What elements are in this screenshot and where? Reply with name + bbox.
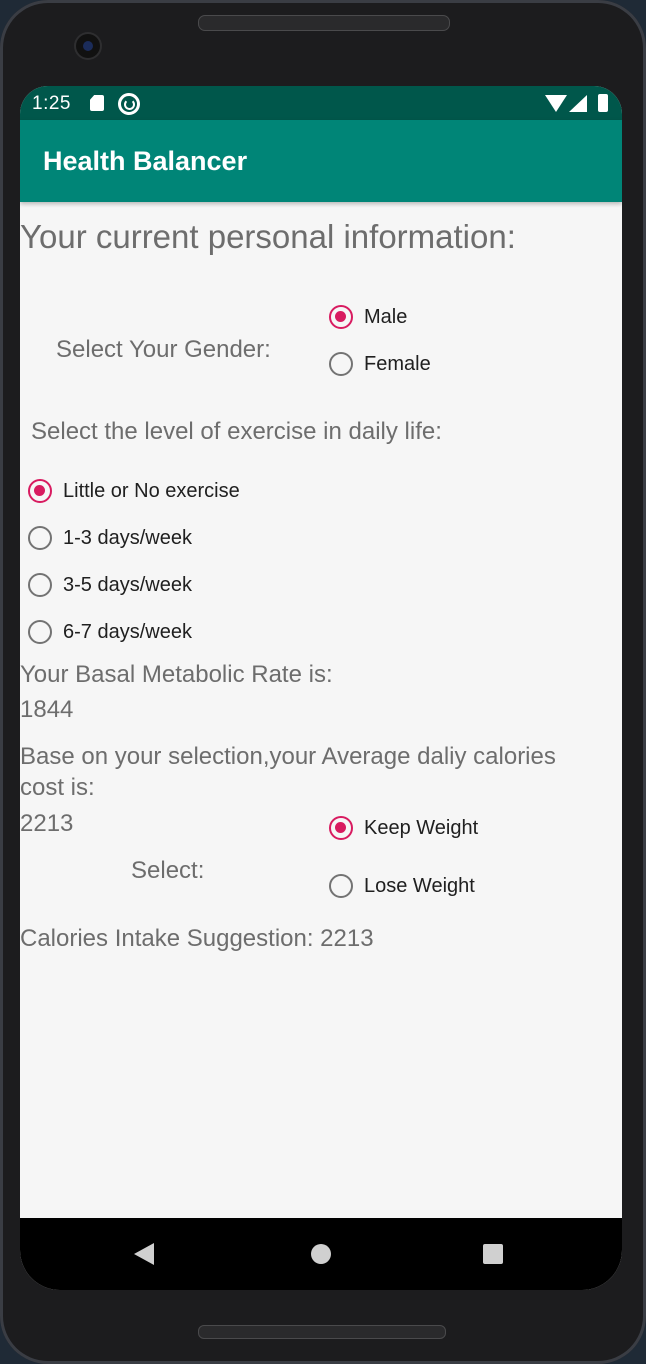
earpiece-speaker [198,15,450,31]
radio-female-indicator [329,352,353,376]
back-icon[interactable] [134,1243,154,1265]
app-title: Health Balancer [43,146,248,176]
battery-icon [598,94,608,112]
app-bar: Health Balancer [20,120,622,202]
bmr-label: Your Basal Metabolic Rate is: [20,661,333,688]
status-bar: 1:25 [20,86,622,120]
radio-lose-weight-indicator [329,874,353,898]
status-time: 1:25 [32,93,71,114]
radio-keep-weight-label: Keep Weight [364,816,479,839]
daily-cost-label-line2: cost is: [20,774,95,801]
radio-female[interactable]: Female [329,344,431,384]
device-screen: 1:25 Health Balancer Your current person… [20,86,622,1290]
page-heading: Your current personal information: [20,218,516,255]
bmr-value: 1844 [20,696,74,723]
radio-exercise-none[interactable]: Little or No exercise [28,471,240,511]
exercise-label: Select the level of exercise in daily li… [31,418,442,445]
main-content: Your current personal information: Selec… [20,202,622,1218]
radio-exercise-1-3-indicator [28,526,52,550]
daily-cost-value: 2213 [20,810,74,837]
navigation-bar [20,1218,622,1290]
radio-male-label: Male [364,305,408,328]
recent-apps-icon[interactable] [483,1244,503,1264]
radio-exercise-3-5-indicator [28,573,52,597]
radio-exercise-6-7-label: 6-7 days/week [63,620,192,643]
phone-frame: 1:25 Health Balancer Your current person… [0,0,646,1364]
radio-exercise-1-3-label: 1-3 days/week [63,526,192,549]
radio-exercise-3-5-label: 3-5 days/week [63,573,192,596]
goal-label: Select: [131,857,205,884]
radio-lose-weight[interactable]: Lose Weight [329,866,475,906]
front-camera [76,34,100,58]
radio-male-indicator [329,305,353,329]
radio-lose-weight-label: Lose Weight [364,874,475,897]
radio-exercise-6-7-indicator [28,620,52,644]
wifi-icon [545,95,567,112]
radio-exercise-6-7[interactable]: 6-7 days/week [28,612,192,652]
radio-keep-weight-indicator [329,816,353,840]
calories-suggestion: Calories Intake Suggestion: 2213 [20,925,374,952]
radio-female-label: Female [364,352,431,375]
bottom-speaker [198,1325,446,1339]
gender-label: Select Your Gender: [56,336,271,363]
cell-signal-icon [569,95,587,112]
sync-icon [118,93,140,115]
radio-male[interactable]: Male [329,297,407,337]
radio-exercise-none-indicator [28,479,52,503]
radio-exercise-none-label: Little or No exercise [63,479,240,502]
radio-keep-weight[interactable]: Keep Weight [329,808,478,848]
home-icon[interactable] [311,1244,331,1264]
radio-exercise-3-5[interactable]: 3-5 days/week [28,565,192,605]
radio-exercise-1-3[interactable]: 1-3 days/week [28,518,192,558]
sd-card-icon [90,95,104,111]
daily-cost-label-line1: Base on your selection,your Average dali… [20,743,556,770]
